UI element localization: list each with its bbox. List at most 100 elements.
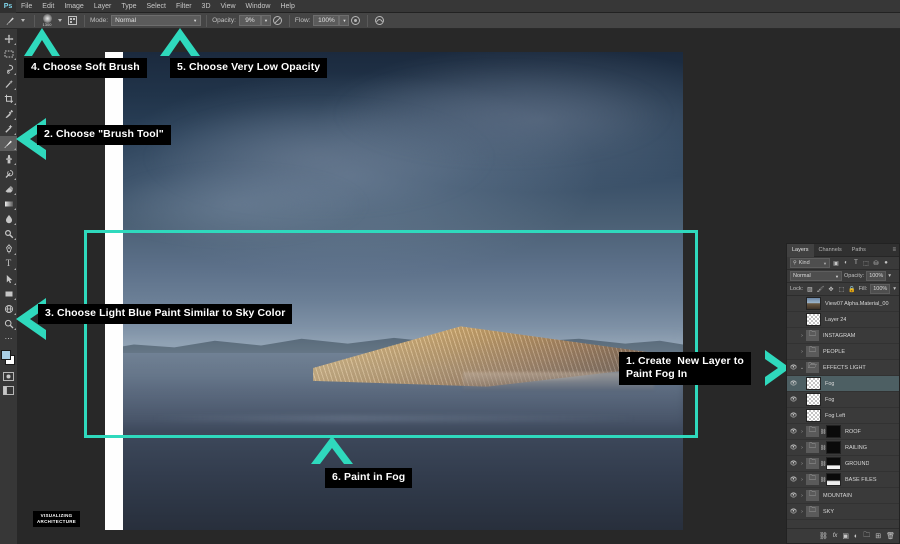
menu-filter[interactable]: Filter xyxy=(171,0,197,13)
layer-style-button[interactable]: fx xyxy=(833,533,838,539)
layer-mask-thumbnail[interactable] xyxy=(826,457,841,470)
layer-opacity-input[interactable]: 100% xyxy=(866,271,886,281)
layer-visibility-toggle[interactable]: 👁 xyxy=(789,380,798,387)
lock-image-icon[interactable]: 🖌 xyxy=(817,286,825,293)
opacity-pressure-icon[interactable] xyxy=(271,14,284,27)
adjustment-layer-button[interactable]: ◐ xyxy=(854,533,858,540)
brush-panel-icon[interactable] xyxy=(66,14,79,27)
screen-mode-icon[interactable] xyxy=(2,385,15,396)
table-row[interactable]: › 🗀 INSTAGRAM xyxy=(787,328,899,344)
3d-orbit-tool[interactable] xyxy=(0,301,17,316)
foreground-color-swatch[interactable] xyxy=(1,350,11,360)
layer-visibility-toggle[interactable]: 👁 xyxy=(789,460,798,467)
link-layers-button[interactable]: ⛓ xyxy=(819,532,828,540)
mask-link-icon[interactable]: ⛓ xyxy=(820,429,825,435)
lasso-tool[interactable] xyxy=(0,61,17,76)
airbrush-icon[interactable] xyxy=(349,14,362,27)
layer-expand-arrow[interactable]: ⌄ xyxy=(799,365,805,371)
delete-layer-button[interactable]: 🗑 xyxy=(886,532,895,540)
mask-link-icon[interactable]: ⛓ xyxy=(820,461,825,467)
edit-toolbar-tool[interactable]: ⋯ xyxy=(0,331,17,346)
table-row[interactable]: View07 Alpha.Material_00 xyxy=(787,296,899,312)
color-swatches[interactable] xyxy=(0,348,17,368)
opacity-slider-toggle[interactable]: ▼ xyxy=(261,15,271,26)
table-row[interactable]: 👁 › 🗀 MOUNTAIN xyxy=(787,488,899,504)
table-row[interactable]: 👁 Fog xyxy=(787,392,899,408)
layer-expand-arrow[interactable]: › xyxy=(799,461,805,467)
lock-transparency-icon[interactable]: ▨ xyxy=(806,286,813,293)
smoothing-icon[interactable] xyxy=(373,14,386,27)
menu-view[interactable]: View xyxy=(216,0,241,13)
mask-link-icon[interactable]: ⛓ xyxy=(820,477,825,483)
tab-paths[interactable]: Paths xyxy=(847,244,871,257)
type-filter-icon[interactable]: T xyxy=(852,260,860,266)
fill-dropdown-caret[interactable]: ▾ xyxy=(893,286,896,292)
rectangle-shape-tool[interactable] xyxy=(0,286,17,301)
panel-menu-icon[interactable]: ≡ xyxy=(892,244,896,257)
eyedropper-tool[interactable] xyxy=(0,106,17,121)
new-group-button[interactable]: 🗀 xyxy=(863,531,870,542)
layers-list[interactable]: View07 Alpha.Material_00 Layer 24 › 🗀 IN… xyxy=(787,296,899,528)
table-row[interactable]: 👁 › 🗀 ⛓ BASE FILES xyxy=(787,472,899,488)
adjustment-filter-icon[interactable]: ◐ xyxy=(842,260,850,266)
menu-image[interactable]: Image xyxy=(59,0,88,13)
layer-visibility-toggle[interactable]: 👁 xyxy=(789,492,798,499)
type-tool[interactable]: T xyxy=(0,256,17,271)
path-selection-tool[interactable] xyxy=(0,271,17,286)
table-row[interactable]: 👁 ⌄ 🗁 EFFECTS LIGHT xyxy=(787,360,899,376)
eraser-tool[interactable] xyxy=(0,181,17,196)
brush-tool[interactable] xyxy=(0,136,17,151)
healing-brush-tool[interactable] xyxy=(0,121,17,136)
layer-expand-arrow[interactable]: › xyxy=(799,477,805,483)
table-row[interactable]: Layer 24 xyxy=(787,312,899,328)
table-row[interactable]: 👁 Fog Left xyxy=(787,408,899,424)
filter-kind-select[interactable]: ⚲ Kind ▼ xyxy=(790,258,830,268)
layer-expand-arrow[interactable]: › xyxy=(799,349,805,355)
flow-input[interactable]: 100% xyxy=(313,15,339,26)
document-image[interactable] xyxy=(105,52,683,530)
layer-expand-arrow[interactable]: › xyxy=(799,509,805,515)
magic-wand-tool[interactable] xyxy=(0,76,17,91)
tab-layers[interactable]: Layers xyxy=(787,244,814,257)
blur-tool[interactable] xyxy=(0,211,17,226)
table-row[interactable]: 👁 › 🗀 ⛓ RAILING xyxy=(787,440,899,456)
layer-visibility-toggle[interactable]: 👁 xyxy=(789,396,798,403)
gradient-tool[interactable] xyxy=(0,196,17,211)
layer-expand-arrow[interactable]: › xyxy=(799,333,805,339)
blend-mode-select[interactable]: Normal ▼ xyxy=(111,15,201,26)
layer-visibility-toggle[interactable]: 👁 xyxy=(789,476,798,483)
layer-visibility-toggle[interactable]: 👁 xyxy=(789,508,798,515)
smart-object-filter-icon[interactable]: ⛁ xyxy=(872,260,880,267)
layer-expand-arrow[interactable]: › xyxy=(799,429,805,435)
history-brush-tool[interactable] xyxy=(0,166,17,181)
layer-visibility-toggle[interactable]: 👁 xyxy=(789,412,798,419)
lock-position-icon[interactable]: ✥ xyxy=(827,286,834,293)
menu-type[interactable]: Type xyxy=(116,0,141,13)
dodge-tool[interactable] xyxy=(0,226,17,241)
brush-preset-picker[interactable]: 1300 xyxy=(40,14,54,28)
layer-blend-mode-select[interactable]: Normal ▼ xyxy=(790,271,842,281)
crop-tool[interactable] xyxy=(0,91,17,106)
menu-window[interactable]: Window xyxy=(241,0,276,13)
clone-stamp-tool[interactable] xyxy=(0,151,17,166)
layer-mask-thumbnail[interactable] xyxy=(826,441,841,454)
menu-layer[interactable]: Layer xyxy=(89,0,117,13)
lock-artboard-icon[interactable]: ⬚ xyxy=(838,286,845,293)
layer-expand-arrow[interactable]: › xyxy=(799,445,805,451)
canvas-area[interactable] xyxy=(17,29,786,544)
marquee-tool[interactable] xyxy=(0,46,17,61)
pixel-filter-icon[interactable]: ▣ xyxy=(832,260,840,267)
add-mask-button[interactable]: ▣ xyxy=(842,532,849,540)
table-row[interactable]: 👁 › 🗀 SKY xyxy=(787,504,899,520)
quick-mask-icon[interactable] xyxy=(2,371,15,382)
lock-all-icon[interactable]: 🔒 xyxy=(848,286,855,293)
fill-input[interactable]: 100% xyxy=(870,284,890,294)
layer-mask-thumbnail[interactable] xyxy=(826,473,841,486)
menu-edit[interactable]: Edit xyxy=(37,0,59,13)
zoom-tool[interactable] xyxy=(0,316,17,331)
filter-toggle-icon[interactable]: ● xyxy=(882,260,890,266)
menu-file[interactable]: File xyxy=(16,0,37,13)
table-row[interactable]: 👁 Fog xyxy=(787,376,899,392)
layer-expand-arrow[interactable]: › xyxy=(799,493,805,499)
brush-preset-caret[interactable] xyxy=(58,19,62,22)
